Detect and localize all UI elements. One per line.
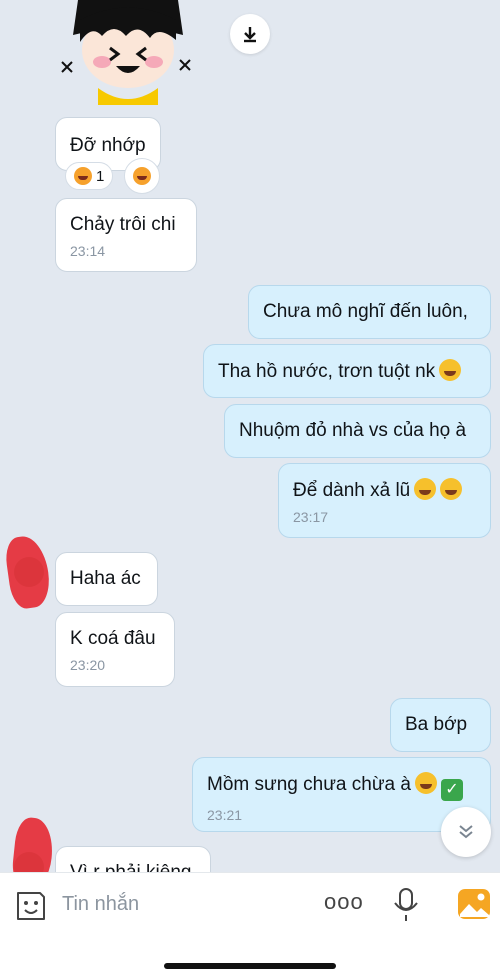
message-text: Haha ác (70, 568, 141, 589)
scroll-to-bottom-button[interactable] (441, 807, 491, 857)
add-reaction-button[interactable] (124, 158, 160, 194)
reaction-count: 1 (96, 167, 105, 185)
message-input[interactable]: Tin nhắn (62, 893, 139, 916)
image-icon (458, 889, 490, 919)
message-incoming[interactable]: Vì r phải kiêng (55, 846, 211, 872)
message-text: K coá đâu (70, 628, 156, 649)
message-incoming[interactable]: K coá đâu 23:20 (55, 612, 175, 687)
message-outgoing[interactable]: Ba bớp (390, 698, 491, 752)
message-text: Đỡ nhớp (70, 135, 146, 156)
redaction-scribble (3, 533, 53, 611)
message-content: Tha hồ nước, trơn tuột nk (218, 359, 476, 384)
home-indicator (164, 963, 336, 969)
message-outgoing[interactable]: Nhuộm đỏ nhà vs của họ à (224, 404, 491, 458)
download-icon (244, 27, 256, 43)
message-outgoing[interactable]: Tha hồ nước, trơn tuột nk (203, 344, 491, 398)
message-time: 23:21 (207, 807, 243, 823)
download-button[interactable] (230, 14, 270, 54)
laughing-emoji-icon (133, 167, 151, 185)
message-outgoing[interactable]: Chưa mô nghĩ đến luôn, (248, 285, 491, 339)
reaction-summary[interactable]: 1 (65, 162, 114, 190)
message-text: Để dành xả lũ (293, 480, 411, 501)
message-time: 23:14 (70, 243, 106, 259)
laughing-emoji-icon (439, 359, 462, 381)
message-content: Mồm sưng chưa chừa à ✓ (207, 772, 476, 801)
laughing-emoji-icon (414, 772, 437, 794)
message-text: Tha hồ nước, trơn tuột nk (218, 361, 436, 382)
laughing-emoji-icon (440, 478, 463, 500)
message-incoming[interactable]: Haha ác (55, 552, 158, 606)
message-text: Chảy trôi chi (70, 214, 176, 235)
laughing-emoji-icon (74, 167, 92, 185)
message-text: Mồm sưng chưa chừa à (207, 774, 411, 795)
message-content: Để dành xả lũ (293, 478, 476, 503)
message-time: 23:17 (293, 509, 329, 525)
voice-record-button[interactable] (392, 887, 420, 923)
sticker-button[interactable] (14, 889, 48, 923)
message-outgoing[interactable]: Để dành xả lũ 23:17 (278, 463, 491, 538)
chevron-double-down-icon (459, 825, 473, 839)
checkmark-icon: ✓ (440, 779, 463, 801)
message-text: Vì r phải kiêng (70, 861, 196, 872)
message-text: Chưa mô nghĩ đến luôn, (263, 301, 468, 322)
redaction-scribble (10, 816, 56, 872)
microphone-icon (394, 888, 418, 921)
more-options-button[interactable]: ooo (324, 889, 364, 915)
chat-area[interactable]: Đỡ nhớp 1 Chảy trôi chi 23:14 Chưa mô ng… (0, 0, 500, 872)
message-text: Nhuộm đỏ nhà vs của họ à (239, 420, 467, 441)
message-time: 23:20 (70, 657, 106, 673)
image-picker-button[interactable] (457, 888, 491, 920)
message-incoming[interactable]: Chảy trôi chi 23:14 (55, 198, 197, 272)
message-text: Ba bớp (405, 714, 468, 735)
sticker-face-icon (17, 892, 45, 920)
laughing-emoji-icon (414, 478, 437, 500)
sticker-image[interactable] (58, 0, 198, 105)
